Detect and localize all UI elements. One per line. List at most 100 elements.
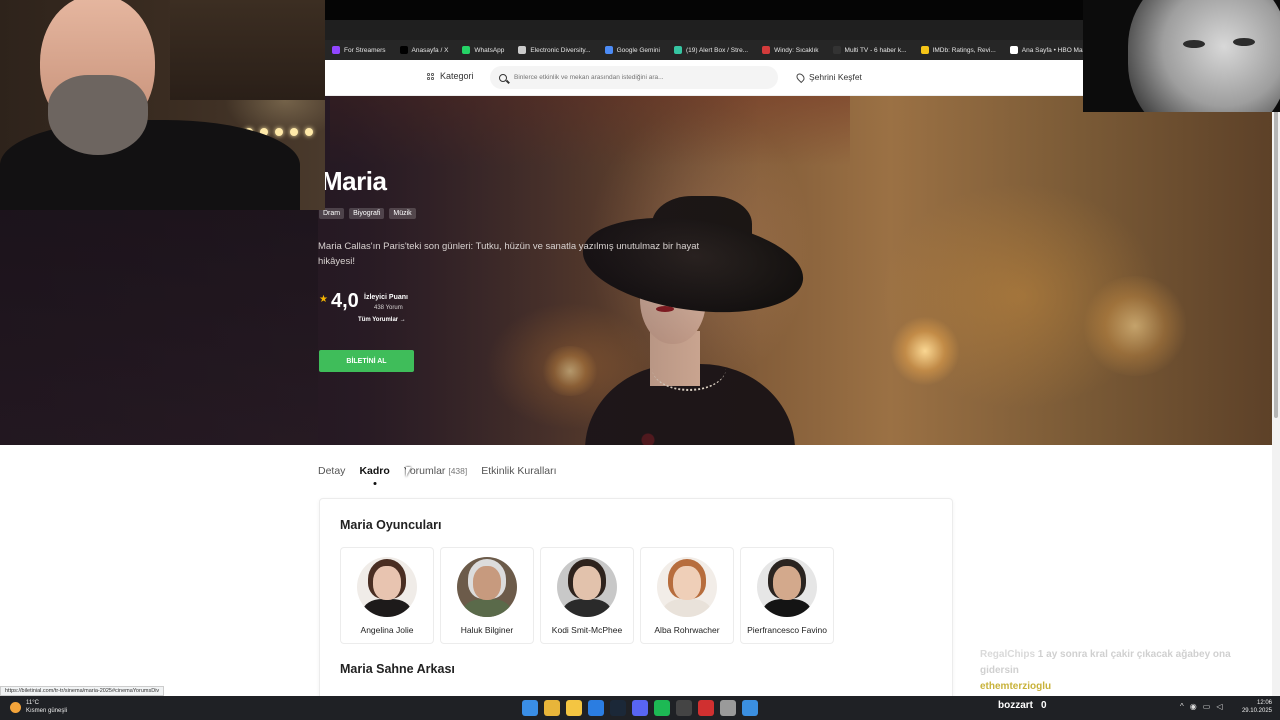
edge-icon[interactable] [588,700,604,716]
bookmark-favicon-icon [604,46,613,54]
bookmark-favicon-icon [673,46,682,54]
streamer-webcam [0,0,325,210]
streamer-name: bozzart [998,700,1033,711]
movie-title: Maria [321,166,387,196]
avatar-part [673,566,701,600]
location-pin-icon [794,71,807,83]
actor-card[interactable]: Alba Rohrwacher [640,547,734,644]
rating-label: İzleyici Puanı [364,294,408,301]
review-count: 438 Yorum [374,305,403,311]
browser-toolbar [325,20,1085,40]
avatar-part [573,566,601,600]
mic-icon[interactable]: ◉ [1190,702,1197,711]
avatar-part [473,566,501,600]
actor-card[interactable]: Kodi Smit-McPhee [540,547,634,644]
bookmark-item[interactable]: Windy: Sıcaklık [755,40,825,60]
discord-icon[interactable] [632,700,648,716]
bookmark-item[interactable]: (19) Alert Box / Stre... [667,40,755,60]
bookmark-label: WhatsApp [474,46,505,54]
calculator-icon[interactable] [676,700,692,716]
genre-tag[interactable]: Müzik [389,208,416,219]
avatar-part [763,599,811,617]
temperature: 11°C [26,700,39,706]
audience-rating: 4,0 [331,290,359,312]
streamer-beard [48,75,148,155]
avatar-part [463,599,511,617]
explore-label: Şehrini Keşfet [809,72,862,82]
explore-city-button[interactable]: Şehrini Keşfet [794,71,862,83]
windows-taskbar: 11°C Kısmen güneşli ^ ◉ ▭ ◁ 12:06 29.10.… [0,696,1280,720]
edge-blue-icon[interactable] [742,700,758,716]
bookmark-label: Multi TV - 6 haber k... [844,46,907,54]
bookmark-item[interactable]: Google Gemini [598,40,667,60]
scroll-thumb[interactable] [1274,96,1278,418]
steam-icon[interactable] [610,700,626,716]
movie-tagline: Maria Callas'ın Paris'teki son günleri: … [318,241,700,267]
overlay-shade [0,210,318,445]
actor-avatar [357,557,417,617]
bookmark-item[interactable]: Ana Sayfa • HBO Max [1003,40,1093,60]
bookmark-label: Electronic Diversity... [530,46,591,54]
clock[interactable]: 12:06 29.10.2025 [1240,699,1272,715]
backstage-title: Maria Sahne Arkası [340,662,455,676]
weather-widget[interactable]: 11°C Kısmen güneşli [10,699,67,715]
bookmark-item[interactable]: IMDb: Ratings, Revi... [914,40,1003,60]
tab-label: Kadro [359,465,390,477]
bookmark-favicon-icon [920,46,929,54]
app-icon[interactable] [698,700,714,716]
actor-name: Alba Rohrwacher [654,625,720,635]
actor-card[interactable]: Angelina Jolie [340,547,434,644]
link-preview-url: https://biletinial.com/tr-tr/sinema/mari… [0,686,165,696]
actor-avatar [657,557,717,617]
viewer-count: 0 [1041,700,1047,711]
actor-name: Pierfrancesco Favino [747,625,827,635]
actor-name: Angelina Jolie [360,625,414,635]
face-cam-overlay [1083,0,1280,112]
genre-tag[interactable]: Biyografi [349,208,385,219]
actor-card[interactable]: Pierfrancesco Favino [740,547,834,644]
tab-label: Detay [318,465,346,477]
search-bar[interactable] [490,66,778,89]
stream-chat: RegalChips 1 ay sonra kral çakir çıkacak… [980,647,1270,695]
closeup-face [1128,0,1280,112]
search-input[interactable] [514,74,764,81]
category-menu[interactable]: Kategori [427,71,474,81]
spotify-icon[interactable] [654,700,670,716]
cast-card: Maria Oyuncuları Angelina Jolie Haluk Bil… [319,498,953,708]
wall-lamp [890,316,960,386]
network-icon[interactable]: ▭ [1203,702,1211,711]
bookmark-item[interactable]: Anasayfa / X [393,40,456,60]
buy-ticket-button[interactable]: BİLETİNİ AL [319,350,414,372]
settings-icon[interactable] [720,700,736,716]
windows-icon[interactable] [522,700,538,716]
all-reviews-link[interactable]: Tüm Yorumlar → [358,317,406,323]
grid-icon [427,72,434,80]
bookmark-item[interactable]: For Streamers [325,40,393,60]
category-label: Kategori [440,71,474,81]
avatar-part [663,599,711,617]
avatar-part [363,599,411,617]
files-icon[interactable] [566,700,582,716]
tab-etkinlik-kuralları[interactable]: Etkinlik Kuralları [481,465,556,477]
page-scrollbar[interactable] [1272,96,1280,696]
bookmark-item[interactable]: WhatsApp [455,40,511,60]
volume-icon[interactable]: ◁ [1216,702,1222,711]
actor-avatar [557,557,617,617]
wall-lamp [1080,276,1190,376]
bookmark-label: Ana Sayfa • HBO Max [1021,46,1086,54]
bookmark-label: For Streamers [344,46,386,54]
tab-detay[interactable]: Detay [318,465,345,477]
actor-card[interactable]: Haluk Bilginer [440,547,534,644]
bookmark-item[interactable]: Electronic Diversity... [511,40,597,60]
screen: For Streamers Anasayfa / X WhatsApp Electro… [0,0,1280,720]
date: 29.10.2025 [1241,708,1272,714]
actor-avatar [757,557,817,617]
weather-icon [10,701,21,713]
chrome-icon[interactable] [544,700,560,716]
chevron-up-icon[interactable]: ^ [1180,702,1184,711]
system-tray[interactable]: ^ ◉ ▭ ◁ [1180,702,1222,711]
tab-kadro[interactable]: Kadro [359,465,389,477]
bookmark-favicon-icon [399,46,408,54]
weather-desc: Kısmen güneşli [26,708,68,714]
bookmark-item[interactable]: Multi TV - 6 haber k... [826,40,914,60]
